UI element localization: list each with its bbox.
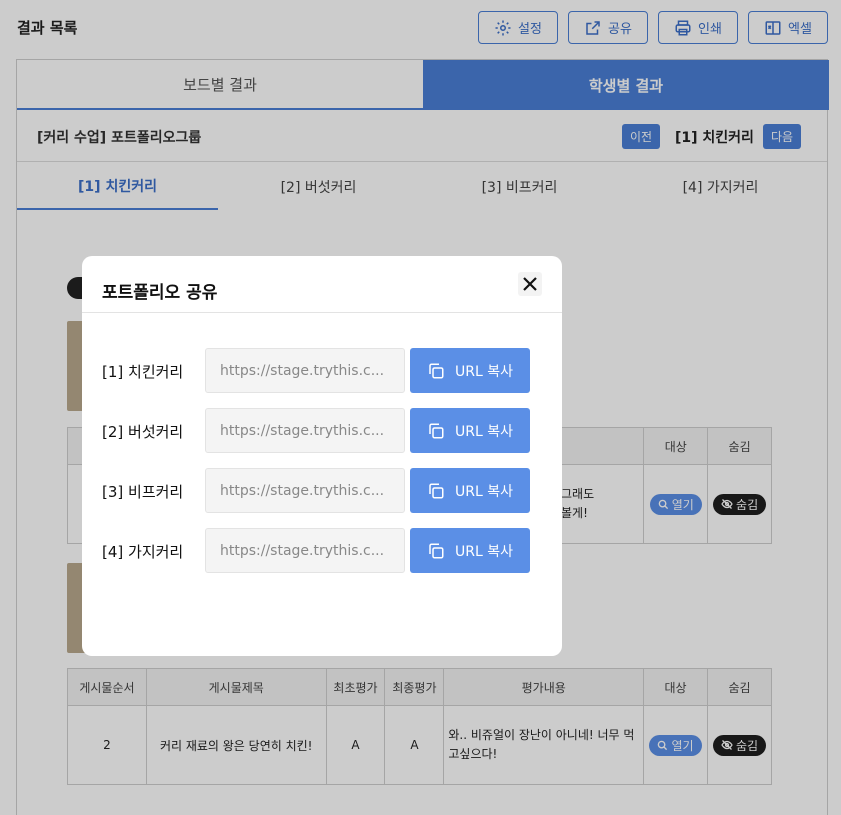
copy-icon [429, 363, 444, 378]
copy-url-button[interactable]: URL 복사 [410, 348, 530, 393]
close-icon [523, 277, 537, 291]
share-row-label: [1] 치킨커리 [102, 363, 184, 381]
share-row-label: [2] 버섯커리 [102, 423, 184, 441]
copy-url-label: URL 복사 [455, 543, 513, 560]
url-field[interactable] [205, 468, 405, 513]
url-field[interactable] [205, 408, 405, 453]
share-row: [4] 가지커리 URL 복사 [82, 528, 562, 573]
copy-url-button[interactable]: URL 복사 [410, 408, 530, 453]
share-row: [2] 버섯커리 URL 복사 [82, 408, 562, 453]
url-field[interactable] [205, 528, 405, 573]
copy-icon [429, 483, 444, 498]
share-row: [1] 치킨커리 URL 복사 [82, 348, 562, 393]
copy-url-label: URL 복사 [455, 483, 513, 500]
share-modal: 포트폴리오 공유 [1] 치킨커리 URL 복사 [2] 버섯커리 URL 복사… [82, 256, 562, 656]
copy-url-label: URL 복사 [455, 363, 513, 380]
copy-icon [429, 543, 444, 558]
copy-url-label: URL 복사 [455, 423, 513, 440]
copy-icon [429, 423, 444, 438]
share-row: [3] 비프커리 URL 복사 [82, 468, 562, 513]
url-field[interactable] [205, 348, 405, 393]
share-row-label: [4] 가지커리 [102, 543, 184, 561]
close-button[interactable] [518, 272, 542, 296]
share-row-label: [3] 비프커리 [102, 483, 184, 501]
copy-url-button[interactable]: URL 복사 [410, 528, 530, 573]
copy-url-button[interactable]: URL 복사 [410, 468, 530, 513]
modal-title: 포트폴리오 공유 [102, 283, 218, 303]
modal-divider [82, 312, 562, 313]
